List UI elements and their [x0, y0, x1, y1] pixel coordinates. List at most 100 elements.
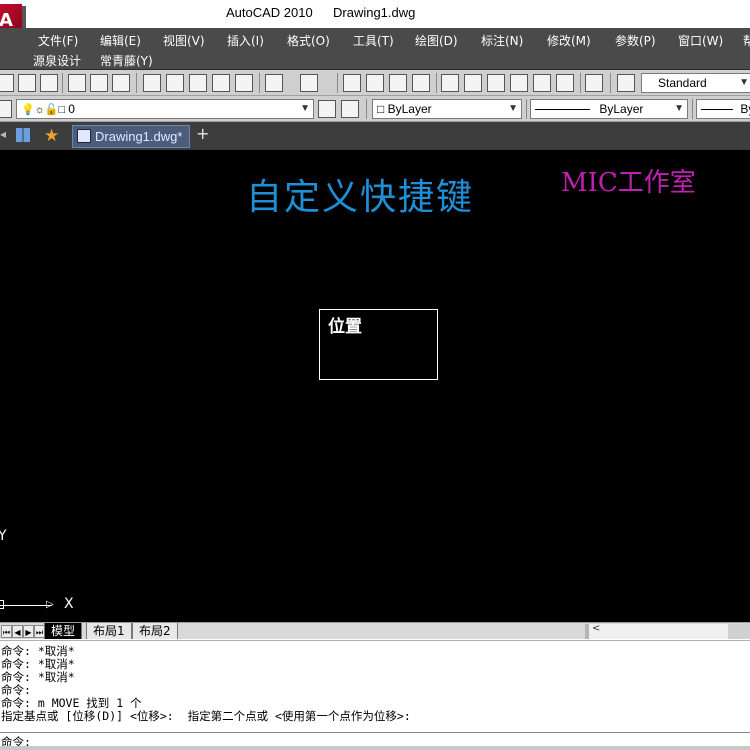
- layout-tab-bar: ⏮ ◀ ▶ ⏭ 模型 布局1 布局2 <: [0, 622, 750, 639]
- menu-insert[interactable]: 插入(I): [227, 32, 264, 49]
- toolbar-separator: [436, 73, 437, 93]
- prev-layout-button[interactable]: ◀: [12, 625, 23, 638]
- paste-icon[interactable]: [189, 74, 207, 92]
- print-icon[interactable]: [68, 74, 86, 92]
- title-bar: AutoCAD 2010 Drawing1.dwg: [0, 0, 750, 44]
- first-layout-button[interactable]: ⏮: [1, 625, 12, 638]
- canvas-heading-text[interactable]: 自定义快捷键: [246, 168, 474, 220]
- ucs-x-axis: [0, 605, 52, 606]
- save-icon[interactable]: [40, 74, 58, 92]
- tab-drawing1[interactable]: Drawing1.dwg*: [72, 125, 190, 148]
- chevron-down-icon: ▼: [674, 103, 684, 114]
- menu-yuanquan[interactable]: 源泉设计: [33, 52, 81, 69]
- scrollbar-thumb[interactable]: [585, 624, 589, 639]
- publish-icon[interactable]: [112, 74, 130, 92]
- scrollbar-end[interactable]: [728, 624, 750, 639]
- toolbar-separator: [62, 73, 63, 93]
- make-current-layer-icon[interactable]: [318, 100, 336, 118]
- command-history[interactable]: 命令: *取消* 命令: *取消* 命令: *取消* 命令: 命令: m MOV…: [0, 640, 750, 732]
- status-bar: [0, 746, 750, 750]
- menu-window[interactable]: 窗口(W): [678, 32, 723, 49]
- chevron-down-icon: ▼: [508, 103, 518, 114]
- toolbar-separator: [259, 73, 260, 93]
- file-tab-bar: ◂ ★ Drawing1.dwg* +: [0, 122, 750, 150]
- menu-modify[interactable]: 修改(M): [547, 32, 591, 49]
- tool-palettes-icon[interactable]: [487, 74, 505, 92]
- ucs-x-label: X: [64, 596, 74, 612]
- file-title: Drawing1.dwg: [333, 5, 416, 20]
- properties-icon[interactable]: [441, 74, 459, 92]
- menu-format[interactable]: 格式(O): [287, 32, 330, 49]
- ucs-arrow-icon: ▷: [46, 599, 54, 610]
- color-select[interactable]: □ ByLayer ▼: [372, 99, 522, 119]
- star-icon[interactable]: ★: [44, 126, 59, 146]
- menu-help[interactable]: 帮: [743, 32, 750, 49]
- dwg-file-icon: [77, 129, 91, 143]
- menu-tools[interactable]: 工具(T): [353, 32, 394, 49]
- menu-dimension[interactable]: 标注(N): [481, 32, 523, 49]
- new-tab-button[interactable]: +: [196, 124, 209, 143]
- help-icon[interactable]: [585, 74, 603, 92]
- tab-model[interactable]: 模型: [44, 623, 83, 639]
- toolbar-separator: [610, 73, 611, 93]
- copy-icon[interactable]: [166, 74, 184, 92]
- grid-icon[interactable]: [16, 128, 30, 142]
- chevron-down-icon: ▼: [739, 77, 749, 88]
- layer-select[interactable]: 💡☼🔓□ 0 ▼: [16, 99, 314, 119]
- lineweight-value: By: [740, 102, 750, 116]
- linetype-select[interactable]: ByLayer ▼: [530, 99, 688, 119]
- lineweight-sample: [701, 109, 733, 111]
- toolbar-separator: [526, 99, 527, 119]
- open-icon[interactable]: [18, 74, 36, 92]
- layer-manager-icon[interactable]: [0, 100, 12, 118]
- calculator-icon[interactable]: [556, 74, 574, 92]
- menu-view[interactable]: 视图(V): [163, 32, 205, 49]
- menu-parametric[interactable]: 参数(P): [615, 32, 656, 49]
- horizontal-scrollbar[interactable]: [585, 624, 750, 639]
- zoom-icon[interactable]: [366, 74, 384, 92]
- design-center-icon[interactable]: [464, 74, 482, 92]
- menu-edit[interactable]: 编辑(E): [100, 32, 141, 49]
- toolbar-separator: [337, 73, 338, 93]
- menu-bar: 文件(F) 编辑(E) 视图(V) 插入(I) 格式(O) 工具(T) 绘图(D…: [0, 28, 750, 70]
- undo-icon[interactable]: [265, 74, 283, 92]
- layers-toolbar: 💡☼🔓□ 0 ▼ □ ByLayer ▼ ByLayer ▼ By: [0, 96, 750, 122]
- lineweight-select[interactable]: By: [696, 99, 750, 119]
- position-label[interactable]: 位置: [328, 312, 362, 337]
- toolbar-separator: [692, 99, 693, 119]
- markup-icon[interactable]: [533, 74, 551, 92]
- zoom-previous-icon[interactable]: [412, 74, 430, 92]
- text-style-icon[interactable]: [617, 74, 635, 92]
- drawing-canvas[interactable]: 自定义快捷键 MIC工作室 位置 Y ▷ X: [0, 150, 750, 622]
- position-rectangle[interactable]: 位置: [319, 309, 438, 380]
- layer-value: 0: [68, 102, 75, 116]
- scroll-left-icon[interactable]: <: [592, 623, 600, 634]
- tab-scroll-left-icon[interactable]: ◂: [0, 127, 6, 141]
- block-editor-icon[interactable]: [235, 74, 253, 92]
- text-style-value: Standard: [658, 76, 707, 90]
- canvas-watermark-text[interactable]: MIC工作室: [561, 162, 696, 199]
- next-layout-button[interactable]: ▶: [23, 625, 34, 638]
- linetype-value: ByLayer: [599, 102, 644, 116]
- sheet-set-icon[interactable]: [510, 74, 528, 92]
- command-history-line: 指定基点或 [位移(D)] <位移>: 指定第二个点或 <使用第一个点作为位移>…: [1, 709, 411, 723]
- new-file-icon[interactable]: [0, 74, 14, 92]
- pan-icon[interactable]: [343, 74, 361, 92]
- layer-state-icons: 💡☼🔓□: [21, 104, 69, 116]
- tab-layout1[interactable]: 布局1: [86, 623, 132, 639]
- text-style-select[interactable]: Standard ▼: [641, 73, 750, 93]
- match-properties-icon[interactable]: [212, 74, 230, 92]
- toolbar-separator: [580, 73, 581, 93]
- toolbar-separator: [136, 73, 137, 93]
- plot-preview-icon[interactable]: [90, 74, 108, 92]
- menu-file[interactable]: 文件(F): [38, 32, 78, 49]
- tab-layout2[interactable]: 布局2: [132, 623, 178, 639]
- cut-icon[interactable]: [143, 74, 161, 92]
- zoom-window-icon[interactable]: [389, 74, 407, 92]
- redo-icon[interactable]: [300, 74, 318, 92]
- layer-previous-icon[interactable]: [341, 100, 359, 118]
- menu-draw[interactable]: 绘图(D): [415, 32, 458, 49]
- menu-changqingteng[interactable]: 常青藤(Y): [100, 52, 153, 69]
- app-title: AutoCAD 2010: [226, 5, 313, 20]
- tab-drawing1-label: Drawing1.dwg*: [95, 129, 183, 144]
